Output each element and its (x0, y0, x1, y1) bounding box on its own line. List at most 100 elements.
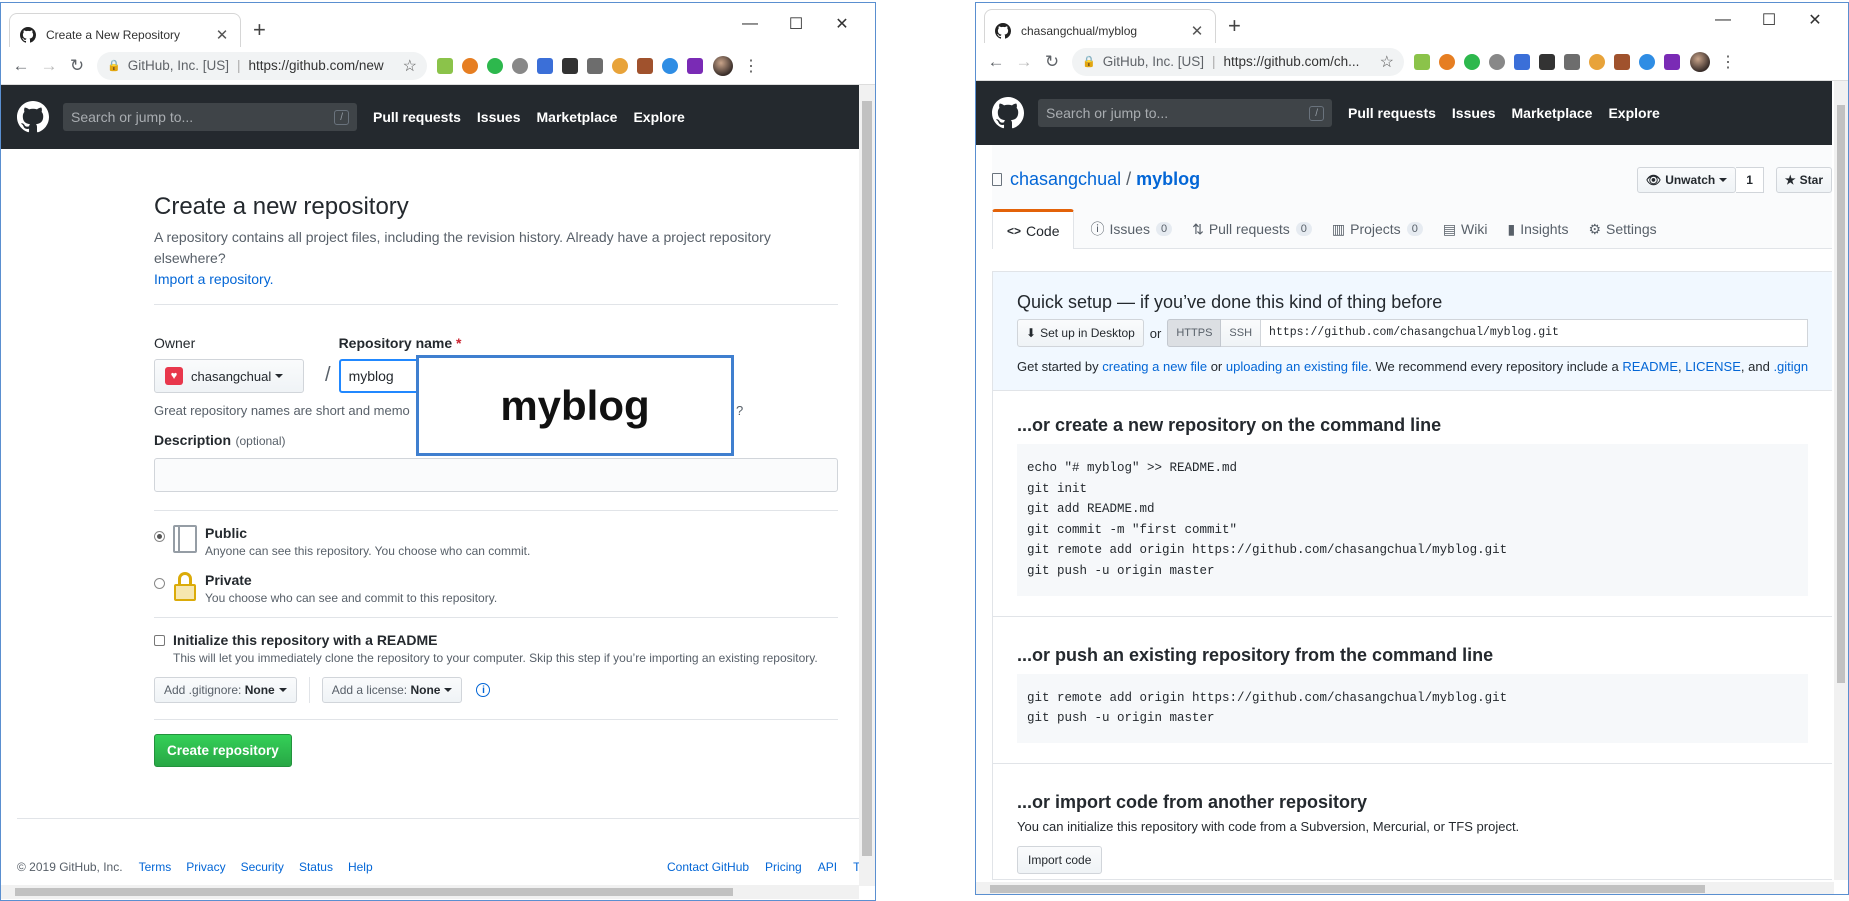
tab-projects[interactable]: ▥ Projects 0 (1332, 221, 1423, 238)
nav-pull-requests[interactable]: Pull requests (373, 109, 461, 125)
footer-status-link[interactable]: Status (299, 860, 333, 874)
visibility-public-option[interactable]: Public Anyone can see this repository. Y… (154, 525, 838, 558)
license-select[interactable]: Add a license: None (321, 677, 463, 703)
extension-circle-icon[interactable] (1489, 53, 1505, 70)
create-new-file-link[interactable]: creating a new file (1102, 359, 1207, 374)
cmdline-code[interactable]: echo "# myblog" >> README.md git init gi… (1017, 444, 1808, 596)
nav-issues[interactable]: Issues (477, 109, 521, 125)
nav-marketplace[interactable]: Marketplace (537, 109, 618, 125)
tab-code[interactable]: <> Code (992, 209, 1075, 249)
readme-option[interactable]: Initialize this repository with a README… (154, 632, 838, 665)
https-toggle[interactable]: HTTPS (1167, 319, 1222, 347)
horizontal-scrollbar[interactable] (1, 885, 859, 899)
watch-count[interactable]: 1 (1736, 167, 1764, 193)
footer-security-link[interactable]: Security (241, 860, 284, 874)
gitignore-select[interactable]: Add .gitignore: None (154, 677, 297, 703)
back-arrow-icon[interactable]: ← (982, 52, 1010, 72)
bookmark-star-icon[interactable]: ☆ (403, 56, 417, 76)
extension-tape-icon[interactable] (587, 57, 603, 74)
description-input[interactable] (154, 458, 838, 492)
minimize-icon[interactable]: — (727, 11, 773, 37)
import-repo-link[interactable]: Import a repository. (154, 271, 274, 287)
bookmark-star-icon[interactable]: ☆ (1380, 52, 1394, 72)
maximize-icon[interactable]: ☐ (1746, 7, 1792, 33)
new-tab-plus-icon[interactable]: + (1228, 15, 1241, 37)
onenote-icon[interactable] (687, 57, 703, 74)
address-bar[interactable]: 🔒 GitHub, Inc. [US] | https://github.com… (97, 51, 427, 80)
create-repository-button[interactable]: Create repository (154, 734, 292, 767)
reload-icon[interactable]: ↻ (63, 56, 91, 76)
extension-m-icon[interactable] (437, 57, 453, 74)
address-bar[interactable]: 🔒 GitHub, Inc. [US] | https://github.com… (1072, 47, 1404, 76)
clone-url-input[interactable]: https://github.com/chasangchual/myblog.g… (1261, 319, 1808, 347)
footer-pricing-link[interactable]: Pricing (765, 860, 802, 874)
pdf-icon[interactable] (637, 57, 653, 74)
extension-compass-icon[interactable] (1589, 53, 1605, 70)
evernote-icon[interactable] (487, 57, 503, 74)
footer-api-link[interactable]: API (818, 860, 837, 874)
tab-insights[interactable]: ▮ Insights (1507, 221, 1568, 238)
tab-issues[interactable]: ⓘ Issues 0 (1090, 219, 1173, 239)
extension-cookie-icon[interactable] (462, 57, 478, 74)
menu-kebab-icon[interactable]: ⋮ (743, 56, 759, 76)
star-button[interactable]: ★ Star (1775, 167, 1832, 193)
setup-desktop-button[interactable]: ⬇ Set up in Desktop (1017, 319, 1144, 347)
footer-help-link[interactable]: Help (348, 860, 373, 874)
search-input[interactable]: Search or jump to... / (1038, 99, 1332, 127)
footer-privacy-link[interactable]: Privacy (186, 860, 225, 874)
readme-link[interactable]: README (1622, 359, 1678, 374)
owner-select[interactable]: ♥ chasangchual (154, 359, 304, 393)
nav-explore[interactable]: Explore (1608, 105, 1659, 121)
close-window-icon[interactable]: ✕ (819, 11, 865, 37)
extension-circle-icon[interactable] (512, 57, 528, 74)
import-code-button[interactable]: Import code (1017, 845, 1103, 874)
forward-arrow-icon[interactable]: → (35, 56, 63, 76)
nav-pull-requests[interactable]: Pull requests (1348, 105, 1436, 121)
new-tab-plus-icon[interactable]: + (253, 19, 266, 41)
upload-file-link[interactable]: uploading an existing file (1226, 359, 1368, 374)
info-icon[interactable]: i (476, 683, 491, 697)
minimize-icon[interactable]: — (1700, 7, 1746, 33)
reload-icon[interactable]: ↻ (1038, 52, 1066, 72)
forward-arrow-icon[interactable]: → (1010, 52, 1038, 72)
private-radio[interactable] (154, 578, 165, 589)
vertical-scrollbar[interactable] (1834, 81, 1848, 880)
pdf-icon[interactable] (1614, 53, 1630, 70)
onenote-icon[interactable] (1664, 53, 1680, 70)
extension-tape-icon[interactable] (1564, 53, 1580, 70)
repo-name-link[interactable]: myblog (1136, 169, 1200, 190)
gitignore-link[interactable]: .gitign (1773, 359, 1808, 374)
github-logo-icon[interactable] (992, 97, 1024, 129)
tab-settings[interactable]: ⚙ Settings (1588, 221, 1656, 238)
horizontal-scrollbar[interactable] (976, 882, 1834, 894)
extension-box-icon[interactable] (1539, 53, 1555, 70)
extension-compass-icon[interactable] (612, 57, 628, 74)
back-arrow-icon[interactable]: ← (7, 56, 35, 76)
public-radio[interactable] (154, 531, 165, 542)
nav-explore[interactable]: Explore (633, 109, 684, 125)
nav-issues[interactable]: Issues (1452, 105, 1496, 121)
calendar-icon[interactable] (1514, 53, 1530, 70)
unwatch-button[interactable]: 👁 Unwatch (1636, 167, 1737, 193)
readme-checkbox[interactable] (154, 635, 165, 646)
search-input[interactable]: Search or jump to... / (63, 103, 357, 131)
tab-pull-requests[interactable]: ⇅ Pull requests 0 (1192, 221, 1312, 238)
ssh-toggle[interactable]: SSH (1221, 319, 1262, 347)
profile-avatar[interactable] (1690, 51, 1710, 72)
footer-terms-link[interactable]: Terms (139, 860, 172, 874)
github-logo-icon[interactable] (17, 101, 49, 133)
profile-avatar[interactable] (713, 55, 733, 76)
tab-wiki[interactable]: ▤ Wiki (1443, 221, 1488, 238)
maximize-icon[interactable]: ☐ (773, 11, 819, 37)
close-tab-icon[interactable]: ✕ (214, 26, 230, 44)
license-link[interactable]: LICENSE (1685, 359, 1741, 374)
footer-contact-link[interactable]: Contact GitHub (667, 860, 749, 874)
visibility-private-option[interactable]: Private You choose who can see and commi… (154, 572, 838, 605)
vertical-scrollbar[interactable] (859, 85, 875, 886)
extension-cookie-icon[interactable] (1439, 53, 1455, 70)
cloud-icon[interactable] (662, 57, 678, 74)
evernote-icon[interactable] (1464, 53, 1480, 70)
extension-box-icon[interactable] (562, 57, 578, 74)
nav-marketplace[interactable]: Marketplace (1512, 105, 1593, 121)
close-window-icon[interactable]: ✕ (1792, 7, 1838, 33)
